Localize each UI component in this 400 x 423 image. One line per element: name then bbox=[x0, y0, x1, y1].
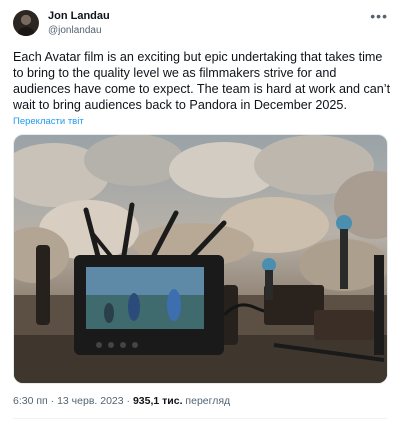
meta-separator: · bbox=[50, 395, 55, 407]
views-count[interactable]: 935,1 тис. bbox=[133, 395, 183, 407]
tweet-card: Jon Landau @jonlandau ••• Each Avatar fi… bbox=[0, 0, 400, 423]
more-options-icon[interactable]: ••• bbox=[370, 8, 388, 24]
meta-separator: · bbox=[126, 395, 131, 407]
divider bbox=[13, 418, 387, 419]
translate-tweet-link[interactable]: Перекласти твіт bbox=[13, 116, 84, 127]
views-label: перегляд bbox=[185, 395, 231, 407]
tweet-text: Each Avatar film is an exciting but epic… bbox=[13, 50, 391, 112]
author-avatar[interactable] bbox=[13, 10, 39, 36]
tweet-date[interactable]: 13 черв. 2023 bbox=[57, 395, 124, 407]
tweet-time[interactable]: 6:30 пп bbox=[13, 395, 48, 407]
photo-illustration bbox=[14, 135, 387, 383]
author-name[interactable]: Jon Landau bbox=[48, 10, 110, 22]
tweet-meta: 6:30 пп · 13 черв. 2023 · 935,1 тис. пер… bbox=[13, 395, 230, 407]
author-handle[interactable]: @jonlandau bbox=[48, 25, 102, 36]
tweet-media-photo[interactable] bbox=[13, 134, 388, 384]
